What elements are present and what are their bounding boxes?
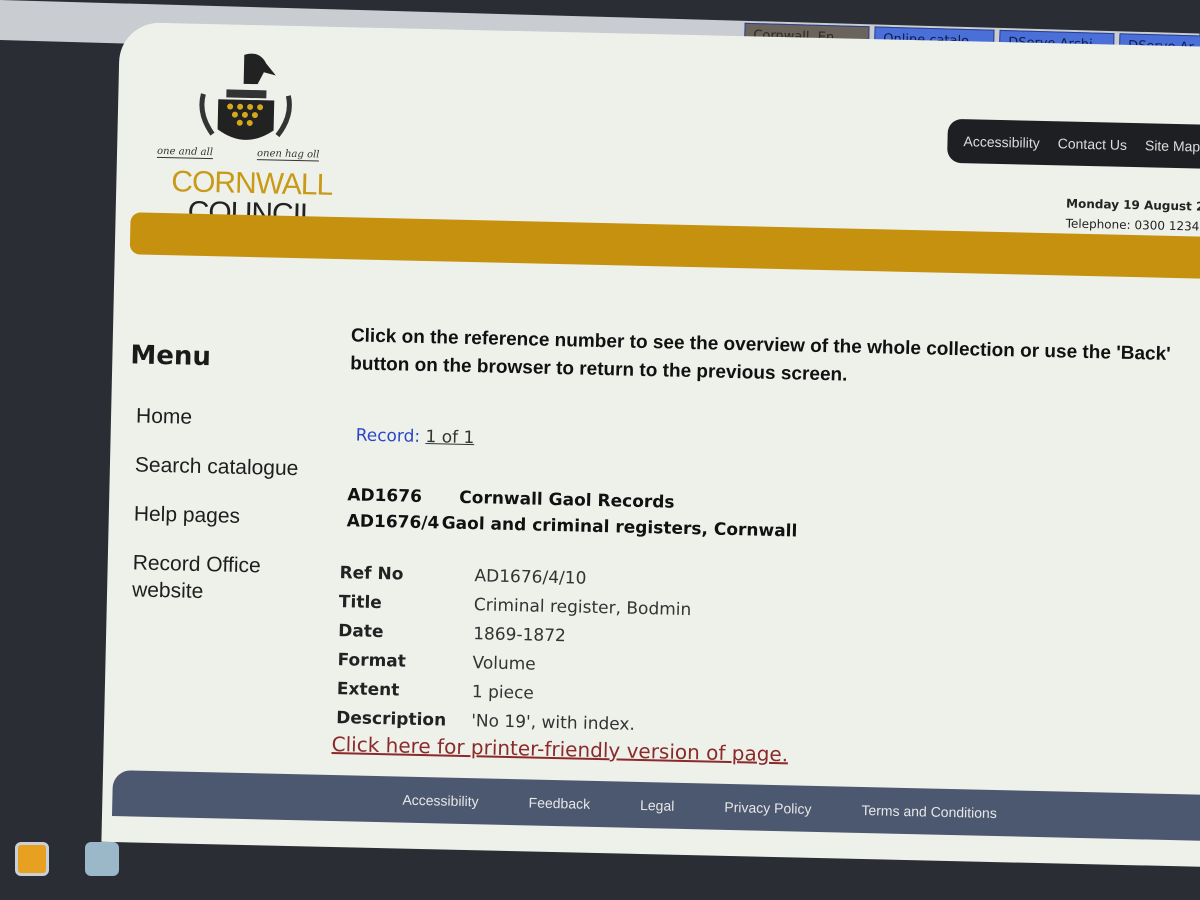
instructions: Click on the reference number to see the… bbox=[350, 325, 1171, 386]
footer-terms[interactable]: Terms and Conditions bbox=[861, 802, 997, 821]
folder-icon[interactable] bbox=[85, 842, 119, 876]
menu-item-record-office-website[interactable]: Record Office website bbox=[132, 549, 313, 607]
gold-banner bbox=[129, 212, 1200, 280]
footer-legal[interactable]: Legal bbox=[640, 797, 675, 814]
record-fields: Ref No AD1676/4/10 Title Criminal register… bbox=[336, 559, 692, 741]
media-player-icon[interactable] bbox=[15, 842, 49, 876]
nav-accessibility[interactable]: Accessibility bbox=[963, 133, 1040, 151]
cornwall-council-logo[interactable]: one and all onen hag oll CORNWALL COUNCI… bbox=[146, 43, 340, 231]
nav-contact-us[interactable]: Contact Us bbox=[1058, 135, 1128, 153]
top-nav: Accessibility Contact Us Site Map H bbox=[947, 118, 1200, 170]
web-page: one and all onen hag oll CORNWALL COUNCI… bbox=[101, 22, 1200, 868]
coat-of-arms-icon bbox=[199, 53, 292, 140]
footer-feedback[interactable]: Feedback bbox=[528, 794, 590, 811]
menu-item-search-catalogue[interactable]: Search catalogue bbox=[135, 451, 316, 482]
menu-item-help-pages[interactable]: Help pages bbox=[134, 500, 315, 531]
menu-item-home[interactable]: Home bbox=[136, 402, 317, 433]
record-link[interactable]: 1 of 1 bbox=[425, 427, 474, 448]
footer-nav: Accessibility Feedback Legal Privacy Pol… bbox=[111, 770, 1200, 842]
printer-friendly-link[interactable]: Click here for printer-friendly version … bbox=[331, 732, 788, 766]
menu-title: Menu bbox=[130, 340, 212, 373]
record-counter: Record: 1 of 1 bbox=[355, 425, 475, 449]
footer-privacy-policy[interactable]: Privacy Policy bbox=[724, 799, 811, 817]
sidebar-menu: Home Search catalogue Help pages Record … bbox=[131, 402, 316, 629]
ref-no-link[interactable]: AD1676/4/10 bbox=[474, 566, 586, 589]
nav-site-map[interactable]: Site Map bbox=[1145, 137, 1200, 154]
date-info: Monday 19 August 20 Telephone: 0300 1234 bbox=[1065, 194, 1200, 237]
footer-accessibility[interactable]: Accessibility bbox=[402, 792, 479, 810]
hierarchy: AD1676 Cornwall Gaol Records AD1676/4 Gaol… bbox=[346, 482, 798, 544]
